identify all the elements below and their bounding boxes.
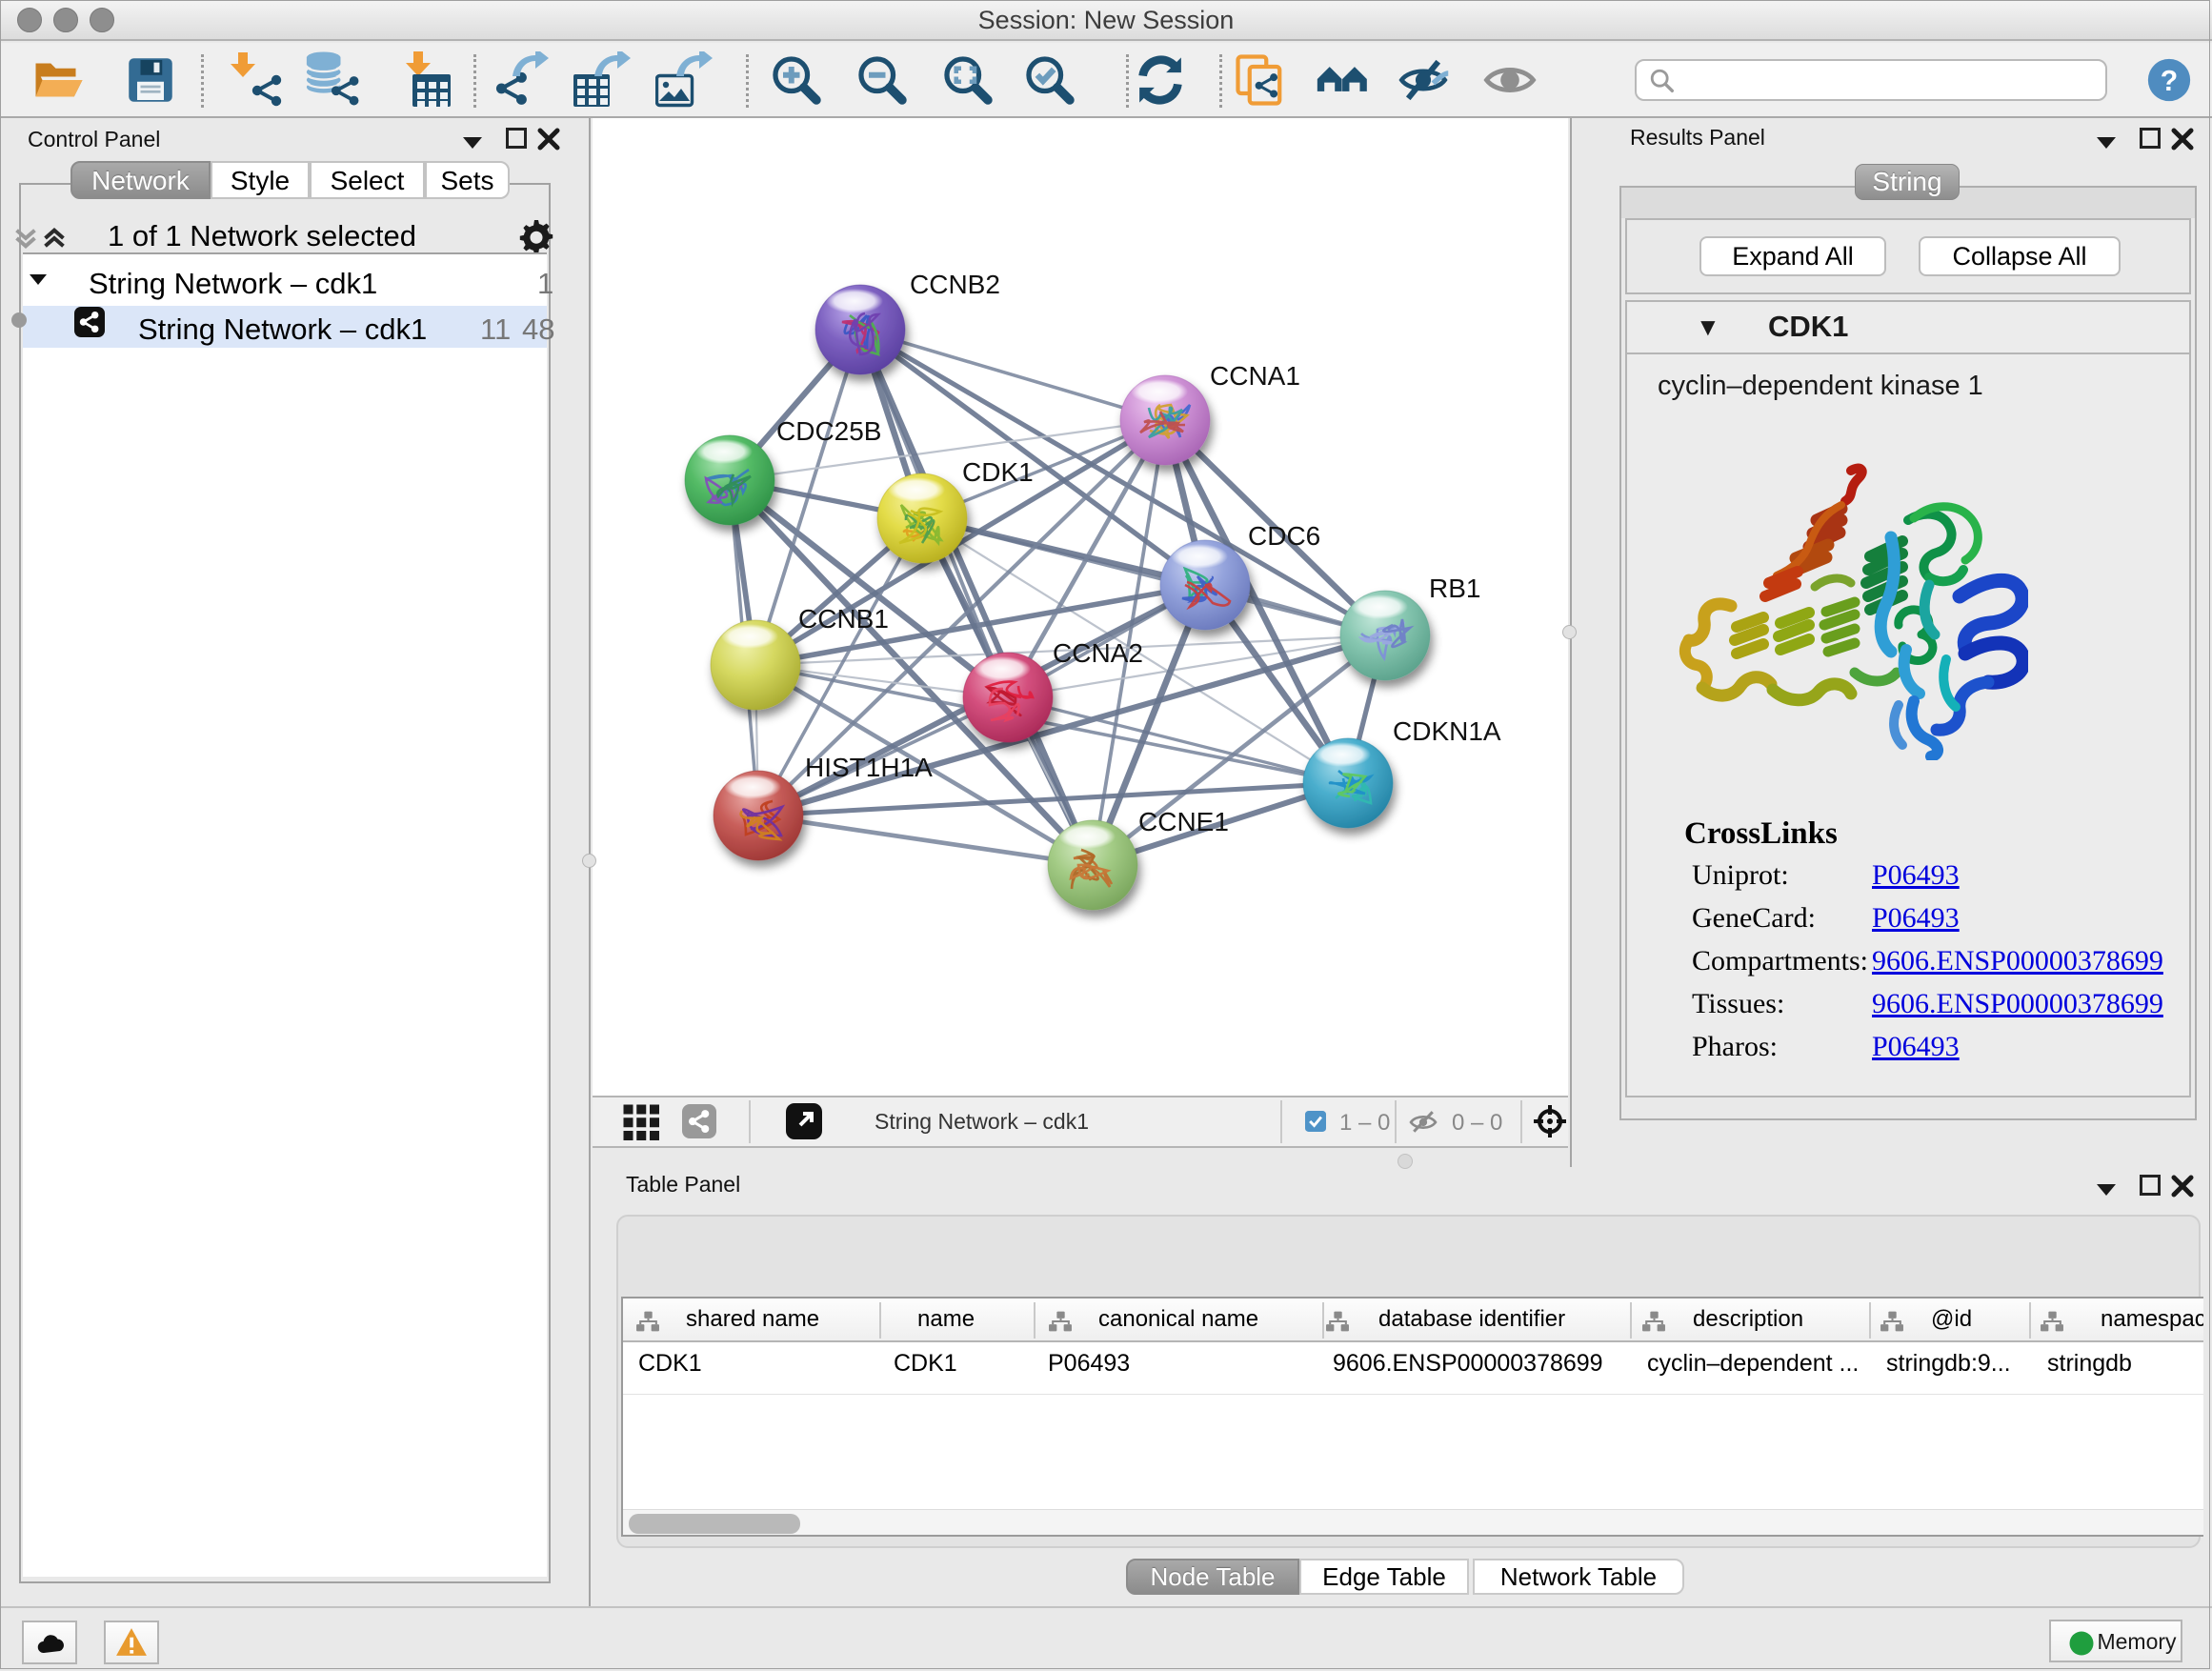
svg-text:?: ? <box>2161 66 2178 97</box>
svg-text:CCNB1: CCNB1 <box>798 604 889 634</box>
svg-text:CCNA2: CCNA2 <box>1053 638 1143 668</box>
svg-text:CDK1: CDK1 <box>962 457 1034 487</box>
svg-text:CCNA1: CCNA1 <box>1210 361 1300 391</box>
svg-text:CDC6: CDC6 <box>1248 521 1320 551</box>
svg-text:HIST1H1A: HIST1H1A <box>805 753 933 782</box>
svg-text:CDC25B: CDC25B <box>776 416 881 446</box>
svg-text:RB1: RB1 <box>1429 574 1480 603</box>
svg-text:CCNE1: CCNE1 <box>1138 807 1229 836</box>
svg-text:CCNB2: CCNB2 <box>910 270 1000 299</box>
svg-text:CDKN1A: CDKN1A <box>1393 716 1501 746</box>
